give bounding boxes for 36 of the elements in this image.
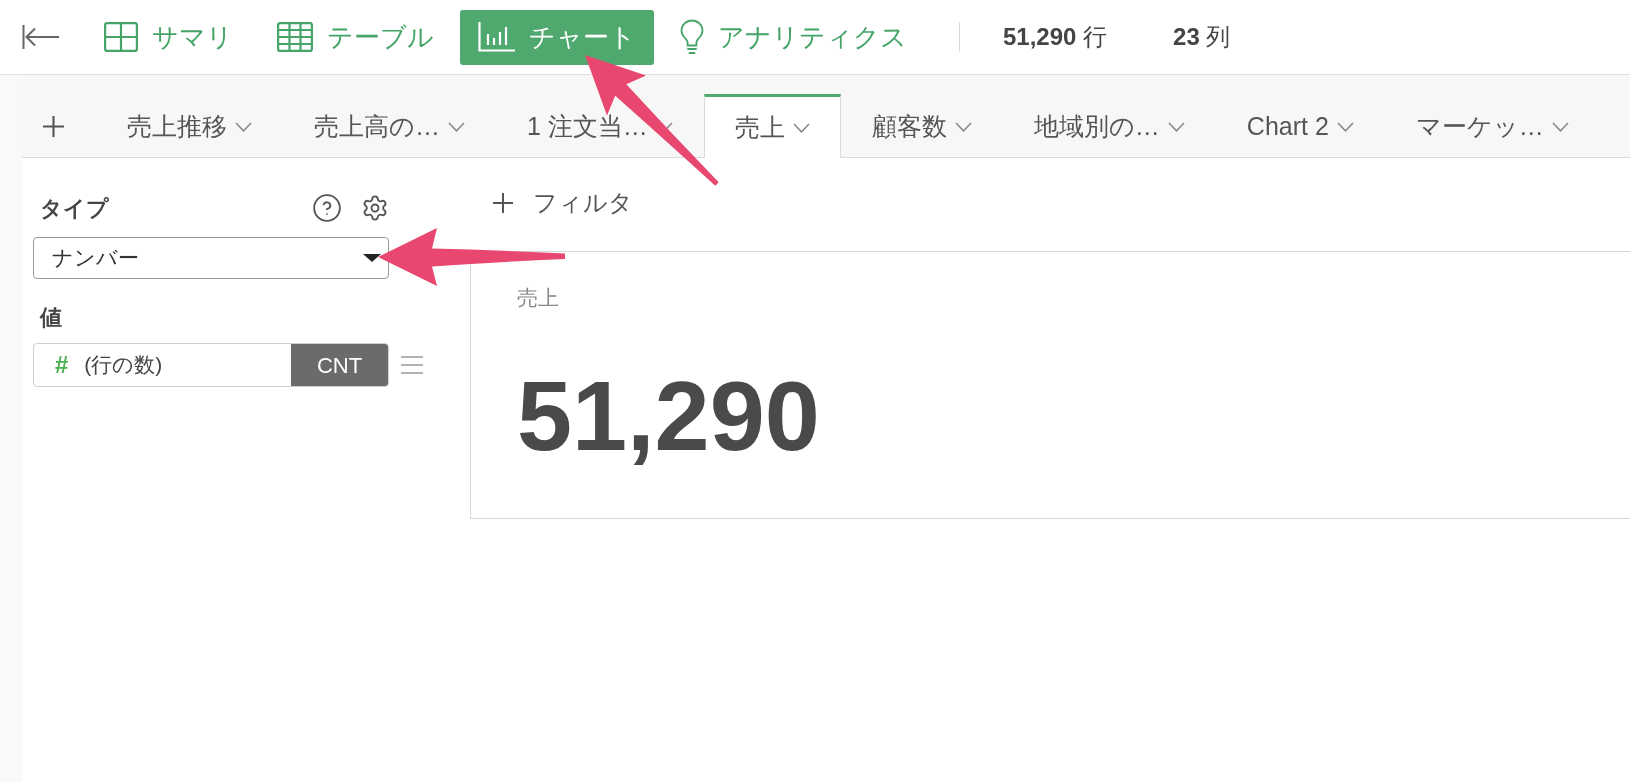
chart-tab[interactable]: Chart 2 <box>1215 94 1385 157</box>
chart-tab[interactable]: 売上 <box>703 94 841 158</box>
lightbulb-icon <box>680 19 704 55</box>
type-label: タイプ <box>40 194 109 223</box>
row-count: 51,290 行 <box>1003 22 1108 52</box>
arrow-to-bar-icon[interactable] <box>22 24 60 50</box>
chart-tab[interactable]: 売上推移 <box>96 94 283 157</box>
chart-tab[interactable]: 売上高の… <box>283 94 496 157</box>
plus-icon <box>42 115 64 137</box>
settings-icon[interactable] <box>361 194 389 222</box>
grid-icon <box>104 22 138 52</box>
column-count: 23 列 <box>1173 22 1231 52</box>
table-icon <box>277 22 313 52</box>
chevron-down-icon <box>792 122 810 133</box>
kpi-value: 51,290 <box>517 365 820 465</box>
chevron-down-icon <box>954 122 972 132</box>
chart-tab[interactable]: マーケッ… <box>1384 94 1600 157</box>
chevron-down-icon <box>1167 122 1185 132</box>
field-name: (行の数) <box>84 352 163 379</box>
plus-icon <box>493 193 513 213</box>
chevron-down-icon <box>1551 122 1569 132</box>
chart-tab[interactable]: 地域別の… <box>1002 94 1216 157</box>
chevron-down-icon <box>448 122 465 132</box>
value-field[interactable]: # (行の数) CNT <box>33 343 389 387</box>
help-icon[interactable] <box>313 194 341 222</box>
value-label: 値 <box>40 303 62 332</box>
bar-chart-icon <box>478 22 515 52</box>
aggregation-button[interactable]: CNT <box>291 344 388 386</box>
chart-tab[interactable]: 顧客数 <box>840 94 1003 157</box>
card-title: 売上 <box>517 285 559 311</box>
number-type-symbol: # <box>55 350 69 380</box>
chevron-down-icon <box>235 122 252 132</box>
add-filter-button[interactable]: フィルタ <box>493 185 633 221</box>
caret-down-icon <box>363 254 381 262</box>
chart-type-select[interactable]: ナンバー <box>33 237 389 279</box>
chevron-down-icon <box>1336 122 1354 132</box>
